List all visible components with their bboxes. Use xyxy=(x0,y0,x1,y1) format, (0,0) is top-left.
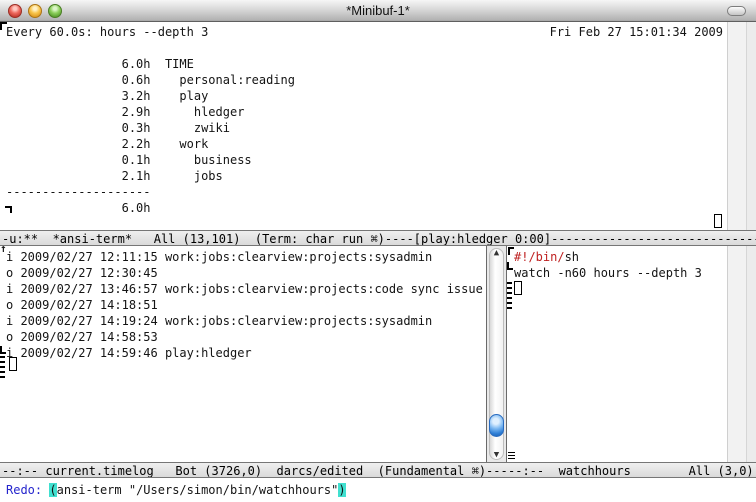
minimize-icon[interactable] xyxy=(28,4,42,18)
minibuffer-prompt: Redo: xyxy=(6,483,49,497)
redraw-artifact-corner xyxy=(508,247,514,255)
hours-report: 6.0h TIME 0.6h personal:reading 3.2h pla… xyxy=(6,40,727,216)
scrollbar[interactable]: ▲ ▼ xyxy=(486,246,507,462)
report-line: 2.9h hledger xyxy=(6,104,727,120)
toolbar-pill-icon[interactable] xyxy=(727,6,746,16)
matched-close-paren: ) xyxy=(338,483,345,497)
scrollbar-track-bottom[interactable] xyxy=(727,246,756,462)
shebang-line: #!/bin/sh xyxy=(514,249,727,265)
report-line xyxy=(6,40,727,56)
redraw-artifact-corner xyxy=(507,262,513,270)
report-line: 2.1h jobs xyxy=(6,168,727,184)
timelog-cursor xyxy=(9,357,17,371)
scroll-down-icon[interactable]: ▼ xyxy=(487,449,506,461)
report-line: 0.1h business xyxy=(6,152,727,168)
modeline-watchhours: --:-- watchhours All (3,0) xyxy=(506,462,756,478)
report-line: 3.2h play xyxy=(6,88,727,104)
redraw-artifact-dashes xyxy=(508,452,515,461)
redraw-artifact-dashes xyxy=(0,356,5,378)
emacs-frame: *Minibuf-1* Every 60.0s: hours --depth 3… xyxy=(0,0,756,502)
watch-date-text: Fri Feb 27 15:01:34 2009 xyxy=(550,24,723,40)
script-cursor xyxy=(514,281,522,295)
title-bar[interactable]: *Minibuf-1* xyxy=(0,0,756,22)
timelog-entry: o 2009/02/27 14:58:53 xyxy=(6,329,486,345)
scroll-up-icon[interactable]: ▲ xyxy=(487,247,506,259)
report-line: 0.3h zwiki xyxy=(6,120,727,136)
timelog-entry: i 2009/02/27 12:11:15 work:jobs:clearvie… xyxy=(6,249,486,265)
modeline-ansi-term: -u:** *ansi-term* All (13,101) (Term: ch… xyxy=(0,230,756,246)
terminal-cursor xyxy=(714,214,722,228)
redraw-artifact-dashes xyxy=(507,282,512,312)
timelog-pane[interactable]: i 2009/02/27 12:11:15 work:jobs:clearvie… xyxy=(0,246,486,462)
redraw-artifact-arrow: ↑ xyxy=(0,243,7,254)
report-line: 6.0h TIME xyxy=(6,56,727,72)
shebang-interpreter: sh xyxy=(565,250,579,264)
timelog-entry: i 2009/02/27 14:19:24 work:jobs:clearvie… xyxy=(6,313,486,329)
redraw-artifact-corner xyxy=(0,346,6,354)
report-line: 6.0h xyxy=(6,200,727,216)
scrollbar-thumb[interactable] xyxy=(489,414,504,437)
report-line: 0.6h personal:reading xyxy=(6,72,727,88)
watch-header-line: Every 60.0s: hours --depth 3 Fri Feb 27 … xyxy=(6,24,727,40)
close-icon[interactable] xyxy=(8,4,22,18)
minibuffer[interactable]: Redo: (ansi-term "/Users/simon/bin/watch… xyxy=(0,478,756,502)
timelog-entry: o 2009/02/27 12:30:45 xyxy=(6,265,486,281)
redraw-artifact-corner xyxy=(0,22,7,30)
matched-open-paren: ( xyxy=(49,483,56,497)
scrollbar-track-top[interactable] xyxy=(727,22,756,230)
minibuffer-command: ansi-term "/Users/simon/bin/watchhours" xyxy=(57,483,339,497)
zoom-icon[interactable] xyxy=(48,4,62,18)
ansi-term-pane[interactable]: Every 60.0s: hours --depth 3 Fri Feb 27 … xyxy=(0,22,727,230)
timelog-entry: i 2009/02/27 13:46:57 work:jobs:clearvie… xyxy=(6,281,486,297)
report-line: -------------------- xyxy=(6,184,727,200)
shebang-comment: #!/bin/ xyxy=(514,250,565,264)
timelog-entries: i 2009/02/27 12:11:15 work:jobs:clearvie… xyxy=(6,249,486,361)
watch-command-text: Every 60.0s: hours --depth 3 xyxy=(6,24,208,40)
watchhours-script-pane[interactable]: #!/bin/sh watch -n60 hours --depth 3 xyxy=(507,246,727,462)
timelog-entry: i 2009/02/27 14:59:46 play:hledger xyxy=(6,345,486,361)
command-line: watch -n60 hours --depth 3 xyxy=(514,265,727,281)
report-line: 2.2h work xyxy=(6,136,727,152)
window-title: *Minibuf-1* xyxy=(0,3,756,19)
redraw-artifact-corner xyxy=(5,206,12,213)
modeline-timelog: --:-- current.timelog Bot (3726,0) darcs… xyxy=(0,462,506,478)
timelog-entry: o 2009/02/27 14:18:51 xyxy=(6,297,486,313)
